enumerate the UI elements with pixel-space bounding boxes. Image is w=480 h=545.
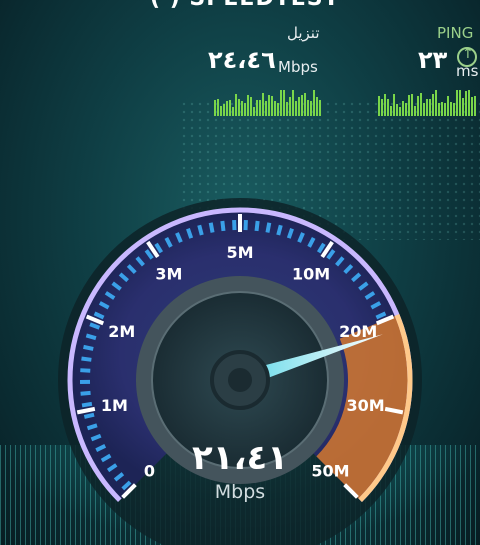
gauge-segment [265, 222, 272, 233]
gauge-tick-label: 3M [155, 265, 182, 284]
gauge-segment [220, 220, 226, 232]
gauge-segment [81, 356, 92, 362]
current-speed-unit: Mbps [214, 481, 266, 503]
gauge-segment [197, 224, 204, 236]
gauge-segment [80, 368, 91, 373]
gauge-segment [83, 344, 94, 351]
gauge-tick-label: 2M [108, 322, 135, 341]
gauge-segment [208, 222, 215, 233]
gauge-hub-center [228, 368, 252, 392]
gauge-segment [80, 390, 91, 396]
gauge-segment [254, 220, 260, 232]
gauge-segment [83, 412, 95, 419]
gauge-tick-label: 10M [292, 265, 330, 284]
gauge-tick-label: 1M [101, 396, 128, 415]
gauge-tick-label: 30M [346, 396, 384, 415]
gauge-segment [276, 224, 283, 236]
gauge-tick-label: 5M [226, 243, 253, 262]
current-speed: ٢١،٤١ [192, 438, 288, 478]
gauge-segment [85, 333, 97, 341]
gauge-segment [81, 401, 93, 408]
